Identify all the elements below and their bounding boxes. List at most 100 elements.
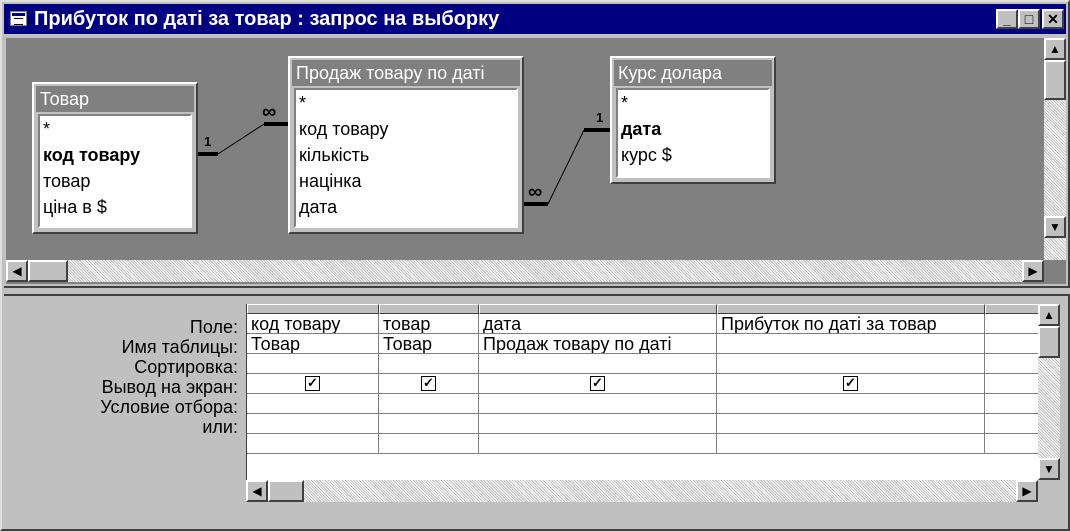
arrow-down-icon[interactable]: ▼ (1044, 216, 1066, 238)
grid-cell-show[interactable]: ✓ (379, 374, 479, 394)
grid-cell-show[interactable]: ✓ (479, 374, 717, 394)
column-selector[interactable] (479, 304, 717, 314)
table-kurs-fields[interactable]: * дата курс $ (616, 88, 770, 178)
table-kurs[interactable]: Курс долара * дата курс $ (610, 56, 776, 184)
grid-hscrollbar[interactable]: ◀ ▶ (246, 480, 1038, 502)
relation-1-line[interactable] (217, 123, 265, 155)
design-grid[interactable]: код товару Товар ✓ товар Товар ✓ дата Пр… (246, 304, 1038, 480)
grid-cell-empty[interactable] (479, 434, 717, 454)
grid-cell-show[interactable] (985, 374, 1038, 394)
vscroll-thumb[interactable] (1044, 60, 1066, 100)
grid-cell-criteria[interactable] (717, 394, 985, 414)
table-diagram-pane[interactable]: 1 ∞ 1 ∞ Товар * код товару товар ціна в … (6, 38, 1066, 284)
grid-cell-sort[interactable] (379, 354, 479, 374)
relation-1-one-label: 1 (204, 134, 211, 149)
grid-cell-show[interactable]: ✓ (717, 374, 985, 394)
grid-cell-sort[interactable] (247, 354, 379, 374)
diagram-hscrollbar[interactable]: ◀ ▶ (6, 260, 1044, 282)
hscroll-thumb[interactable] (28, 260, 68, 282)
arrow-up-icon[interactable]: ▲ (1038, 304, 1060, 326)
table-prodazh-title[interactable]: Продаж товару по даті (292, 60, 520, 86)
grid-cell-field[interactable]: дата (479, 314, 717, 334)
row-label-criteria: Условие отбора: (100, 397, 238, 417)
window-title: Прибуток по даті за товар : запрос на вы… (34, 8, 500, 30)
table-prodazh[interactable]: Продаж товару по даті * код товару кільк… (288, 56, 524, 234)
grid-cell-empty[interactable] (985, 434, 1038, 454)
field-item[interactable]: код товару (296, 116, 516, 142)
close-button[interactable]: ✕ (1042, 9, 1064, 29)
grid-cell-or[interactable] (247, 414, 379, 434)
row-label-field: Поле: (189, 317, 238, 337)
grid-hscroll-thumb[interactable] (268, 480, 304, 502)
field-item[interactable]: * (40, 116, 190, 142)
field-item[interactable]: кількість (296, 142, 516, 168)
query-icon[interactable] (10, 11, 27, 26)
grid-cell-field[interactable]: товар (379, 314, 479, 334)
grid-cell-field[interactable] (985, 314, 1038, 334)
grid-cell-table[interactable] (717, 334, 985, 354)
field-item[interactable]: націнка (296, 168, 516, 194)
grid-cell-field[interactable]: код товару (247, 314, 379, 334)
grid-cell-empty[interactable] (379, 434, 479, 454)
grid-cell-table[interactable] (985, 334, 1038, 354)
field-item[interactable]: курс $ (618, 142, 768, 168)
row-label-or: или: (202, 417, 238, 437)
grid-cell-table[interactable]: Товар (379, 334, 479, 354)
arrow-up-icon[interactable]: ▲ (1044, 38, 1066, 60)
row-label-table: Имя таблицы: (121, 337, 238, 357)
checkmark-icon[interactable]: ✓ (421, 376, 436, 391)
column-selector[interactable] (379, 304, 479, 314)
column-selector[interactable] (247, 304, 379, 314)
grid-cell-empty[interactable] (717, 434, 985, 454)
arrow-left-icon[interactable]: ◀ (6, 260, 28, 282)
grid-cell-or[interactable] (717, 414, 985, 434)
grid-vscrollbar[interactable]: ▲ ▼ (1038, 304, 1060, 480)
row-label-show: Вывод на экран: (101, 377, 238, 397)
grid-cell-criteria[interactable] (479, 394, 717, 414)
grid-cell-sort[interactable] (717, 354, 985, 374)
grid-cell-or[interactable] (479, 414, 717, 434)
field-item[interactable]: * (296, 90, 516, 116)
maximize-button[interactable]: □ (1018, 9, 1040, 29)
table-kurs-title[interactable]: Курс долара (614, 60, 772, 86)
column-selector[interactable] (985, 304, 1038, 314)
grid-cell-sort[interactable] (985, 354, 1038, 374)
grid-cell-sort[interactable] (479, 354, 717, 374)
arrow-right-icon[interactable]: ▶ (1022, 260, 1044, 282)
grid-cell-show[interactable]: ✓ (247, 374, 379, 394)
diagram-vscrollbar[interactable]: ▲ ▼ (1044, 38, 1066, 260)
checkmark-icon[interactable]: ✓ (590, 376, 605, 391)
column-selector[interactable] (717, 304, 985, 314)
field-item[interactable]: * (618, 90, 768, 116)
grid-cell-or[interactable] (985, 414, 1038, 434)
arrow-left-icon[interactable]: ◀ (246, 480, 268, 502)
table-tovar[interactable]: Товар * код товару товар ціна в $ (32, 82, 198, 234)
pane-splitter[interactable] (4, 286, 1070, 296)
table-prodazh-fields[interactable]: * код товару кількість націнка дата (294, 88, 518, 228)
grid-cell-criteria[interactable] (379, 394, 479, 414)
grid-vscroll-thumb[interactable] (1038, 326, 1060, 358)
field-item[interactable]: ціна в $ (40, 194, 190, 220)
field-item[interactable]: товар (40, 168, 190, 194)
relation-2-many-label: ∞ (528, 181, 542, 203)
grid-cell-field[interactable]: Прибуток по даті за товар (717, 314, 985, 334)
checkmark-icon[interactable]: ✓ (305, 376, 320, 391)
arrow-down-icon[interactable]: ▼ (1038, 458, 1060, 480)
checkmark-icon[interactable]: ✓ (843, 376, 858, 391)
row-label-sort: Сортировка: (134, 357, 238, 377)
arrow-right-icon[interactable]: ▶ (1016, 480, 1038, 502)
grid-cell-criteria[interactable] (985, 394, 1038, 414)
grid-cell-table[interactable]: Товар (247, 334, 379, 354)
field-item[interactable]: дата (618, 116, 768, 142)
grid-cell-or[interactable] (379, 414, 479, 434)
table-tovar-fields[interactable]: * код товару товар ціна в $ (38, 114, 192, 228)
field-item[interactable]: дата (296, 194, 516, 220)
field-item[interactable]: код товару (40, 142, 190, 168)
grid-cell-empty[interactable] (247, 434, 379, 454)
grid-cell-table[interactable]: Продаж товару по даті (479, 334, 717, 354)
title-bar[interactable]: Прибуток по даті за товар : запрос на вы… (4, 4, 1066, 34)
table-tovar-title[interactable]: Товар (36, 86, 194, 112)
grid-cell-criteria[interactable] (247, 394, 379, 414)
minimize-button[interactable]: _ (996, 9, 1018, 29)
relation-2-line[interactable] (547, 129, 585, 205)
